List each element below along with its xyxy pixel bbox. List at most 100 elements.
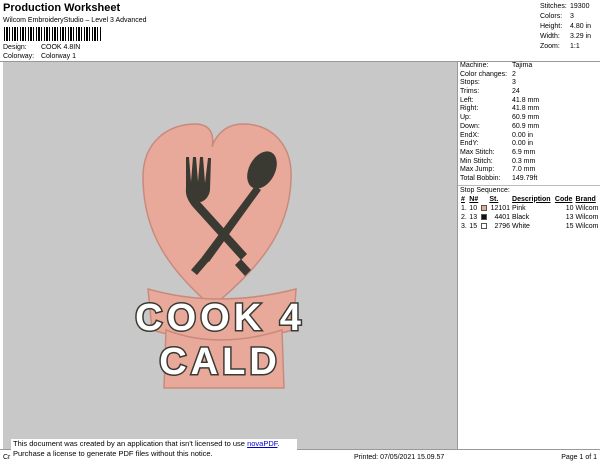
spec-label: Machine: [460,62,489,69]
spec-value: 0.00 in [512,131,534,139]
spec-row: EndY: 0.00 in [458,140,600,149]
spec-value: 60.9 mm [512,122,540,130]
spec-value: 7.0 mm [512,166,536,174]
spec-row: Right: 41.8 mm [458,105,600,114]
spec-label: Stops: [460,79,480,87]
spec-row: Machine: Tajima [458,62,600,71]
spec-row: Min Stitch: 0.3 mm [458,158,600,167]
color-swatch [480,204,487,211]
spec-row: Down: 60.9 mm [458,123,600,132]
stitch-value: 3.29 in [570,33,592,40]
spec-label: Left: [460,96,474,104]
row-num: 3. [461,222,467,230]
stitch-row: Zoom: 1:1 [540,42,598,52]
row-swatch [480,222,488,231]
spec-label: Down: [460,122,480,130]
printed-date: Printed: 07/05/2021 15.09.57 [354,454,445,461]
stop-sequence-table: # N# St. Description Code Brand 1. 10 12… [460,195,600,231]
spec-value: 41.8 mm [512,105,540,113]
heart-shape [142,123,292,308]
notice-text: This document was created by an applicat… [13,439,248,448]
spec-value: 0.00 in [512,140,534,148]
spec-row: Left: 41.8 mm [458,97,600,106]
col-brand: Brand [575,195,596,203]
spec-value: Tajima [512,62,533,69]
stitch-row: Stitches: 19300 [540,2,598,12]
row-needle: 15 [469,222,478,230]
notice-period: . [277,439,280,448]
stitch-label: Colors: [540,13,563,20]
stop-sequence-title: Stop Sequence: [458,184,600,195]
machine-specs: Machine: Tajima Color changes: 2 Stops: 3 T… [458,62,600,184]
worksheet-header: Production Worksheet Wilcom EmbroiderySt… [0,0,600,62]
table-row: 1. 10 12101 Pink 10 Wilcom [460,204,600,213]
col-stitches: St. [489,195,499,203]
stitch-label: Width: [540,33,560,40]
row-swatch [480,213,488,222]
spec-label: Right: [460,105,479,113]
row-num: 2. [461,213,467,221]
design-text-line2: CALD [159,341,281,383]
colorway-label: Colorway: [3,53,35,60]
col-description: Description [512,195,551,203]
spec-label: Max Stitch: [460,148,495,156]
stitch-value: 4.80 in [570,23,592,30]
row-description: Pink [512,204,526,212]
spec-row: EndX: 0.00 in [458,132,600,141]
row-needle: 10 [469,204,478,212]
table-header-row: # N# St. Description Code Brand [460,195,600,204]
stitch-value: 19300 [570,3,590,10]
stitch-label: Zoom: [540,43,560,50]
stitch-value: 3 [570,13,574,20]
row-needle: 13 [469,213,478,221]
spec-value: 149.79ft [512,174,538,182]
novapdf-link[interactable]: novaPDF [247,439,277,448]
row-stitches: 4401 [494,213,511,221]
design-row: Design: COOK 4.8IN [3,44,80,51]
design-value: COOK 4.8IN [40,44,81,51]
colorway-row: Colorway: Colorway 1 [3,53,76,60]
row-code: 10 [565,204,574,212]
notice-line1: This document was created by an applicat… [13,439,297,449]
spec-label: Color changes: [460,70,508,78]
spec-label: Total Bobbin: [460,174,501,182]
spec-value: 0.3 mm [512,157,536,165]
embroidery-design: COOK 4 CALD [134,123,302,389]
spec-row: Total Bobbin: 149.79ft [458,175,600,184]
row-num: 1. [461,204,467,212]
stitch-row: Height: 4.80 in [540,22,598,32]
footer-left-text: Cr [3,454,11,461]
row-code: 15 [565,222,574,230]
spec-row: Max Jump: 7.0 mm [458,166,600,175]
row-brand: Wilcom [575,222,599,230]
colorway-value: Colorway 1 [40,53,76,60]
spec-label: Max Jump: [460,166,495,174]
row-description: Black [512,213,530,221]
spec-row: Stops: 3 [458,79,600,88]
col-swatch [480,195,488,204]
color-swatch [480,213,487,220]
spec-label: EndX: [460,131,480,139]
stitch-summary: Stitches: 19300 Colors: 3 Height: 4.80 in W… [540,2,598,52]
row-code: 13 [565,213,574,221]
col-num: # [461,195,465,203]
app-subtitle: Wilcom EmbroideryStudio – Level 3 Advanc… [3,17,147,24]
col-code: Code [554,195,573,203]
barcode [4,27,102,41]
spec-value: 60.9 mm [512,114,540,122]
page-title: Production Worksheet [3,2,121,14]
spec-row: Max Stitch: 6.9 mm [458,149,600,158]
stitch-value: 1:1 [570,43,580,50]
notice-line2: Purchase a license to generate PDF files… [13,449,213,458]
spec-value: 2 [512,70,516,78]
spec-row: Up: 60.9 mm [458,114,600,123]
spec-row: Color changes: 2 [458,71,600,80]
table-row: 2. 13 4401 Black 13 Wilcom [460,213,600,222]
stitch-row: Colors: 3 [540,12,598,22]
row-stitches: 2796 [494,222,511,230]
spec-value: 24 [512,88,520,96]
license-notice: This document was created by an applicat… [11,439,297,462]
spec-value: 41.8 mm [512,96,540,104]
row-stitches: 12101 [490,204,511,212]
spec-label: EndY: [460,140,479,148]
